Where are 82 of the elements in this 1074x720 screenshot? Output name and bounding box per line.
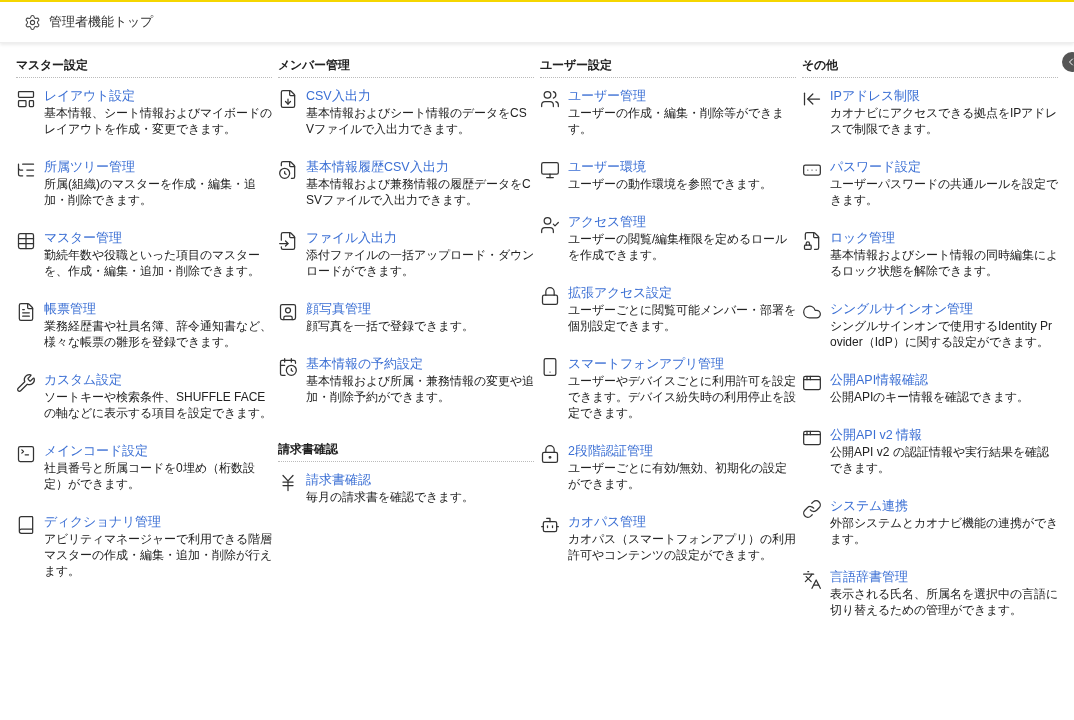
menu-link[interactable]: ディクショナリ管理 [44,514,161,531]
menu-description: 公開API v2 の認証情報や実行結果を確認できます。 [830,444,1050,476]
page-title: 管理者機能トップ [49,13,153,31]
menu-link[interactable]: CSV入出力 [306,88,371,105]
file-clock-icon [278,160,298,180]
menu-link[interactable]: ファイル入出力 [306,230,397,247]
menu-description: ソートキーや検索条件、SHUFFLE FACEの軸などに表示する項目を設定できます。 [44,389,272,421]
menu-link[interactable]: カスタム設定 [44,372,122,389]
section-heading: メンバー管理 [278,57,534,78]
section-heading: その他 [802,57,1058,78]
wrench-icon [16,373,36,393]
document-icon [16,302,36,322]
menu-description: 公開APIのキー情報を確認できます。 [830,389,1031,405]
menu-link[interactable]: システム連携 [830,498,908,515]
menu-description: 表示される氏名、所属名を選択中の言語に切り替えるための管理ができます。 [830,586,1058,618]
menu-link[interactable]: パスワード設定 [830,159,921,176]
menu-description: ユーザーやデバイスごとに利用許可を設定できます。デバイス紛失時の利用停止を設定できます。 [568,373,796,421]
menu-link[interactable]: 顔写真管理 [306,301,371,318]
section-heading: マスター設定 [16,57,272,78]
menu-link[interactable]: ユーザー管理 [568,88,646,105]
menu-link[interactable]: アクセス管理 [568,214,646,231]
section-heading: 請求書確認 [278,441,534,462]
menu-link[interactable]: 所属ツリー管理 [44,159,135,176]
book-icon [16,515,36,535]
menu-description: ユーザーパスワードの共通ルールを設定できます。 [830,176,1058,208]
file-lock-icon [802,231,822,251]
users-icon [540,89,560,109]
menu-description: 基本情報およびシート情報の同時編集によるロック状態を解除できます。 [830,247,1058,279]
menu-link[interactable]: シングルサインオン管理 [830,301,973,318]
menu-description: 基本情報およびシート情報のデータをCSVファイルで入出力できます。 [306,105,528,137]
menu-link[interactable]: 公開API v2 情報 [830,427,923,444]
menu-description: ユーザーごとに有効/無効、初期化の設定ができます。 [568,460,789,492]
menu-link[interactable]: 公開API情報確認 [830,372,929,389]
menu-link[interactable]: ロック管理 [830,230,895,247]
menu-description: 顔写真を一括で登録できます。 [306,318,475,334]
menu-description: 外部システムとカオナビ機能の連携ができます。 [830,515,1058,547]
menu-link[interactable]: 基本情報の予約設定 [306,356,423,373]
menu-link[interactable]: メインコード設定 [44,443,148,460]
settings-icon [24,13,41,31]
menu-link[interactable]: IPアドレス制限 [830,88,920,105]
menu-link[interactable]: 請求書確認 [306,472,371,489]
code-window-icon [16,444,36,464]
portrait-icon [278,302,298,322]
file-icon [278,231,298,251]
menu-description: カオパス（スマートフォンアプリ）の利用許可やコンテンツの設定ができます。 [568,531,796,563]
table-icon [16,231,36,251]
menu-link[interactable]: 拡張アクセス設定 [568,285,672,302]
menu-description: 基本情報および所属・兼務情報の変更や追加・削除予約ができます。 [306,373,534,405]
link-icon [802,499,822,519]
menu-link[interactable]: 言語辞書管理 [830,569,908,586]
menu-description: 社員番号と所属コードを0埋め（桁数設定）ができます。 [44,460,256,492]
menu-description: 毎月の請求書を確認できます。 [306,489,475,505]
menu-description: アビリティマネージャーで利用できる階層マスターの作成・編集・追加・削除が行えます。 [44,531,272,579]
api-window-icon [802,428,822,448]
menu-description: カオナビにアクセスできる拠点をIPアドレスで制限できます。 [830,105,1058,137]
menu-description: 所属(組織)のマスターを作成・編集・追加・削除できます。 [44,176,257,208]
menu-description: 勤続年数や役職といった項目のマスターを、作成・編集・追加・削除できます。 [44,247,261,279]
menu-description: 添付ファイルの一括アップロード・ダウンロードができます。 [306,247,534,279]
menu-link[interactable]: マスター管理 [44,230,122,247]
menu-link[interactable]: レイアウト設定 [44,88,135,105]
layout-icon [16,89,36,109]
menu-link[interactable]: 帳票管理 [44,301,96,318]
menu-description: 業務経歴書や社員名簿、辞令通知書など、様々な帳票の雛形を登録できます。 [44,318,272,350]
calendar-clock-icon [278,357,298,377]
menu-description: シングルサインオンで使用するIdentity Provider（IdP）に関する設定ができます。 [830,318,1054,350]
menu-link[interactable]: スマートフォンアプリ管理 [568,356,724,373]
menu-link[interactable]: 基本情報履歴CSV入出力 [306,159,449,176]
menu-description: ユーザーの閲覧/編集権限を定めるロールを作成できます。 [568,231,789,263]
monitor-icon [540,160,560,180]
menu-link[interactable]: 2段階認証管理 [568,443,653,460]
menu-link[interactable]: カオパス管理 [568,514,646,531]
menu-link[interactable]: ユーザー環境 [568,159,646,176]
user-check-icon [540,215,560,235]
section-heading: ユーザー設定 [540,57,796,78]
menu-description: ユーザーごとに閲覧可能メンバー・部署を個別設定できます。 [568,302,796,334]
menu-description: ユーザーの動作環境を参照できます。 [568,176,773,192]
menu-description: 基本情報および兼務情報の履歴データをCSVファイルで入出力できます。 [306,176,532,208]
api-window-icon [802,373,822,393]
lock-icon [540,444,560,464]
menu-description: 基本情報、シート情報およびマイボードのレイアウトを作成・変更できます。 [44,105,272,137]
language-icon [802,570,822,590]
menu-description: ユーザーの作成・編集・削除等ができます。 [568,105,785,137]
